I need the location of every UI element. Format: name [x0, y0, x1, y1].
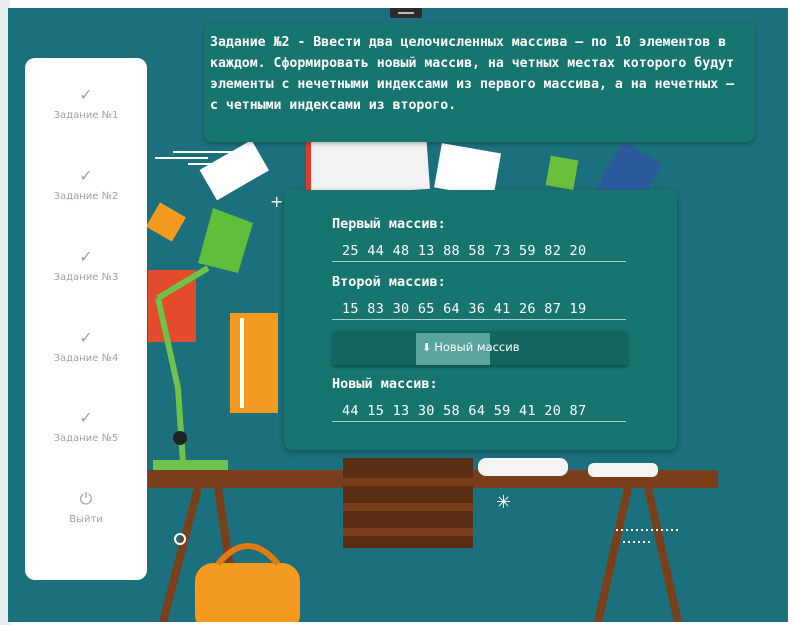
sidebar-item-label: Задание №1 — [53, 110, 119, 121]
svg-text:+: + — [270, 192, 283, 211]
first-array-values: 25 44 48 13 88 58 73 59 82 20 — [332, 240, 626, 262]
power-icon: ⏻ — [79, 489, 93, 508]
top-handle — [390, 8, 422, 18]
task-check-icon: ✓ — [79, 408, 93, 427]
task-check-icon: ✓ — [79, 328, 93, 347]
svg-text:✳: ✳ — [496, 492, 511, 513]
sidebar-item-label: Выйти — [69, 514, 103, 525]
sidebar-item-label: Задание №2 — [53, 191, 119, 202]
task-check-icon: ✓ — [79, 85, 93, 104]
new-array-values: 44 15 13 30 58 64 59 41 20 87 — [332, 400, 626, 422]
task-description: Задание №2 - Ввести два целочисленных ма… — [204, 24, 755, 142]
sidebar-item-task-1[interactable]: ✓ Задание №1 — [25, 84, 147, 121]
sidebar-item-label: Задание №3 — [53, 272, 119, 283]
sidebar-item-task-5[interactable]: ✓ Задание №5 — [25, 407, 147, 444]
task-check-icon: ✓ — [79, 247, 93, 266]
sidebar: ✓ Задание №1 ✓ Задание №2 ✓ Задание №3 ✓… — [25, 58, 147, 580]
sidebar-item-label: Задание №4 — [53, 353, 119, 364]
sidebar-item-task-4[interactable]: ✓ Задание №4 — [25, 327, 147, 364]
second-array-label: Второй массив: — [332, 274, 446, 290]
new-array-button[interactable]: ⬇ Новый массив — [332, 331, 628, 365]
new-array-label: Новый массив: — [332, 376, 438, 392]
second-array-values: 15 83 30 65 64 36 41 26 87 19 — [332, 298, 626, 320]
sidebar-item-logout[interactable]: ⏻ Выйти — [25, 488, 147, 525]
sidebar-item-label: Задание №5 — [53, 433, 119, 444]
array-panel: Первый массив: 25 44 48 13 88 58 73 59 8… — [284, 190, 677, 450]
new-array-button-label: Новый массив — [434, 340, 520, 354]
sidebar-item-task-2[interactable]: ✓ Задание №2 — [25, 165, 147, 202]
sidebar-item-task-3[interactable]: ✓ Задание №3 — [25, 246, 147, 283]
first-array-label: Первый массив: — [332, 216, 446, 232]
task-check-icon: ✓ — [79, 166, 93, 185]
download-icon: ⬇ — [422, 341, 432, 354]
